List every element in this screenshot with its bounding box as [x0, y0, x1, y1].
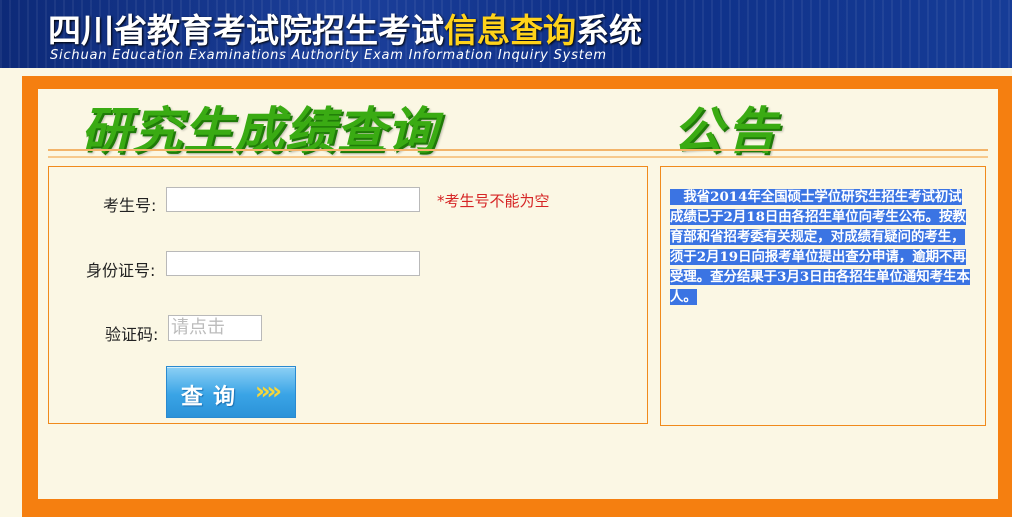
- site-title-suffix: 系统: [576, 11, 642, 50]
- site-title: 四川省教育考试院招生考试信息查询系统: [48, 4, 642, 50]
- page-title: 研究生成绩查询: [81, 102, 438, 160]
- exam-no-input[interactable]: [166, 187, 420, 212]
- exam-no-error: *考生号不能为空: [437, 192, 550, 210]
- id-number-input[interactable]: [166, 251, 420, 276]
- captcha-field[interactable]: 请点击: [168, 315, 262, 341]
- query-button-label: 查询: [181, 385, 246, 410]
- captcha-label: 验证码:: [105, 325, 159, 344]
- exam-no-label: 考生号:: [103, 196, 157, 215]
- site-subtitle: Sichuan Education Examinations Authority…: [50, 48, 607, 63]
- notice-body: 我省2014年全国硕士学位研究生招生考试初试成绩已于2月18日由各招生单位向考生…: [670, 189, 970, 305]
- double-arrow-icon: »»: [255, 377, 282, 405]
- heading-divider: [48, 149, 988, 158]
- notice-text: 我省2014年全国硕士学位研究生招生考试初试成绩已于2月18日由各招生单位向考生…: [670, 187, 974, 307]
- query-button[interactable]: 查询 »»: [166, 366, 296, 418]
- notice-title: 公告: [673, 102, 781, 160]
- id-number-label: 身份证号:: [86, 261, 156, 280]
- site-header: 四川省教育考试院招生考试信息查询系统 Sichuan Education Exa…: [0, 0, 1012, 68]
- site-title-highlight: 信息查询: [444, 11, 576, 50]
- site-title-main: 四川省教育考试院招生考试: [48, 11, 444, 50]
